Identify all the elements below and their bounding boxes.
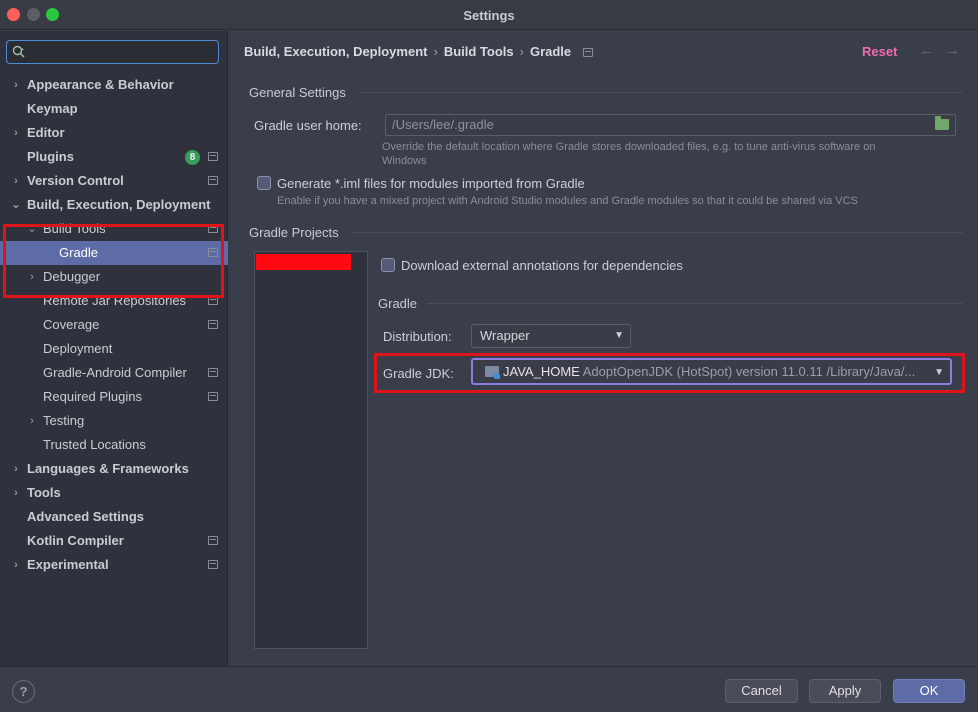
sidebar-item-languages-frameworks[interactable]: › Languages & Frameworks [0,457,228,481]
breadcrumb-item[interactable]: Build, Execution, Deployment [244,44,427,59]
gradle-section-title: Gradle [378,296,418,311]
gradle-projects-title: Gradle Projects [249,225,339,240]
project-level-icon [208,320,218,329]
sidebar-item-build-execution-deployment[interactable]: ⌄ Build, Execution, Deployment [0,193,228,217]
project-level-icon [208,392,218,401]
chevron-right-icon: › [14,175,18,187]
project-level-icon [208,536,218,545]
title-bar: Settings [0,0,978,30]
divider [427,303,963,304]
search-icon [12,45,25,58]
sidebar-item-deployment[interactable]: Deployment [0,337,228,361]
dropdown-arrow-icon: ▼ [614,330,624,341]
chevron-right-icon: › [14,79,18,91]
download-annotations-label: Download external annotations for depend… [401,258,683,273]
distribution-select[interactable]: Wrapper ▼ [471,324,631,348]
project-level-icon [208,560,218,569]
breadcrumb-item: Gradle [529,44,572,59]
back-arrow-icon[interactable]: ← [919,42,934,59]
sidebar-item-required-plugins[interactable]: Required Plugins [0,385,228,409]
sidebar-item-trusted-locations[interactable]: Trusted Locations [0,433,228,457]
sidebar-item-keymap[interactable]: Keymap [0,97,228,121]
highlight-annotation-sidebar [3,224,224,298]
search-input[interactable] [6,40,219,64]
sidebar-item-experimental[interactable]: › Experimental [0,553,228,577]
download-annotations-checkbox[interactable] [381,258,395,272]
settings-sidebar: › Appearance & Behavior Keymap › Editor … [0,31,228,666]
general-settings-title: General Settings [249,85,346,100]
settings-window: Settings › Appearance & Behavior Keymap … [0,0,978,712]
gradle-projects-list[interactable] [254,251,368,649]
chevron-right-icon: › [14,487,18,499]
chevron-right-icon: › [14,463,18,475]
sidebar-item-version-control[interactable]: › Version Control [0,169,228,193]
generate-iml-checkbox[interactable] [257,176,271,190]
divider [359,92,963,93]
breadcrumb-item[interactable]: Build Tools [444,44,514,59]
gradle-user-home-label: Gradle user home: [254,118,362,133]
redacted-project-item[interactable] [256,254,351,270]
sidebar-item-plugins[interactable]: Plugins 8 [0,145,228,169]
chevron-right-icon: › [14,559,18,571]
chevron-right-icon: › [14,127,18,139]
reset-link[interactable]: Reset [862,44,897,59]
apply-button[interactable]: Apply [809,679,881,703]
gradle-settings-panel: Build, Execution, Deployment › Build Tools… [229,31,978,666]
project-level-icon [208,176,218,185]
gradle-user-home-hint: Override the default location where Grad… [382,141,876,167]
chevron-right-icon: › [30,415,34,427]
sidebar-item-advanced-settings[interactable]: Advanced Settings [0,505,228,529]
highlight-annotation-jdk [374,353,965,393]
sidebar-item-editor[interactable]: › Editor [0,121,228,145]
sidebar-item-tools[interactable]: › Tools [0,481,228,505]
sidebar-item-kotlin-compiler[interactable]: Kotlin Compiler [0,529,228,553]
help-button[interactable]: ? [12,680,35,703]
distribution-label: Distribution: [383,329,452,344]
project-level-icon [208,368,218,377]
dialog-footer: ? Cancel Apply OK [0,666,978,712]
sidebar-item-appearance[interactable]: › Appearance & Behavior [0,73,228,97]
divider [353,232,963,233]
project-level-icon [208,152,218,161]
sidebar-item-coverage[interactable]: Coverage [0,313,228,337]
ok-button[interactable]: OK [893,679,965,703]
folder-icon[interactable] [935,116,949,130]
project-level-icon [583,48,594,57]
cancel-button[interactable]: Cancel [725,679,798,703]
generate-iml-label: Generate *.iml files for modules importe… [277,176,585,191]
breadcrumb: Build, Execution, Deployment › Build Tools… [244,44,599,59]
sidebar-item-gradle-android-compiler[interactable]: Gradle-Android Compiler [0,361,228,385]
plugins-count-badge: 8 [185,150,200,165]
sidebar-item-testing[interactable]: › Testing [0,409,228,433]
chevron-down-icon: ⌄ [11,199,21,211]
gradle-user-home-field[interactable]: /Users/lee/.gradle [385,114,956,136]
window-title: Settings [463,8,515,23]
forward-arrow-icon[interactable]: → [945,42,960,59]
generate-iml-hint: Enable if you have a mixed project with … [277,195,858,207]
